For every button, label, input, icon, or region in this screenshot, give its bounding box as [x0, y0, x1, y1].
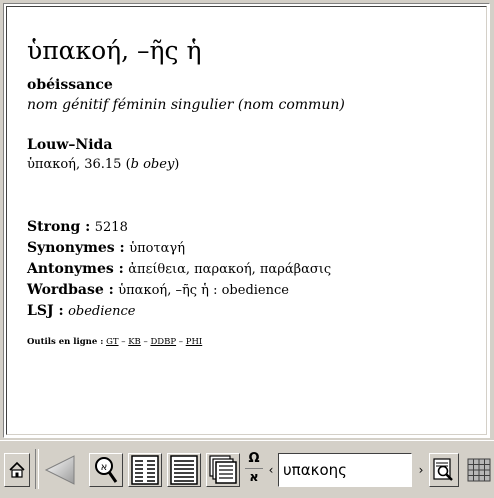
entry-pane-inner: ὑπακοή, –ῆς ἡ obéissance nom génitif fém…	[6, 6, 487, 435]
back-icon	[44, 455, 75, 485]
synonyms-label: Synonymes :	[27, 240, 125, 256]
home-icon	[9, 461, 25, 478]
search-input[interactable]	[278, 453, 412, 487]
online-tools-label: Outils en ligne :	[27, 337, 104, 347]
antonyms-label: Antonymes :	[27, 261, 124, 277]
two-column-view-button[interactable]	[128, 453, 162, 487]
louw-nida-line: ὑπακοή, 36.15 (b obey)	[27, 155, 478, 175]
two-column-icon	[131, 455, 159, 485]
lsj-line: LSJ : obedience	[27, 301, 478, 322]
search-button[interactable]	[429, 453, 459, 487]
home-button[interactable]	[4, 453, 30, 487]
bottom-toolbar: א Ω א ‹ υπακοης ›	[0, 440, 494, 498]
louw-nida-label: Louw–Nida	[27, 137, 113, 153]
louw-nida-gloss: b obey	[130, 157, 175, 172]
synonyms-value: ὑποταγή	[129, 241, 185, 256]
grammar-info: nom génitif féminin singulier (nom commu…	[27, 97, 345, 113]
zoom-button[interactable]: א	[89, 453, 123, 487]
toolbar-separator	[35, 449, 39, 489]
headword: ὑπακοή, –ῆς ἡ	[27, 36, 202, 65]
wordbase-label: Wordbase :	[27, 282, 114, 298]
lines-view-button[interactable]	[167, 453, 201, 487]
character-set-toggle[interactable]: Ω א	[245, 451, 263, 489]
tool-link-kb[interactable]: KB	[128, 337, 141, 347]
strong-line: Strong : 5218	[27, 217, 478, 238]
tool-link-gt[interactable]: GT	[106, 337, 118, 347]
search-prev-button[interactable]: ‹	[265, 453, 277, 487]
aleph-label: א	[249, 470, 259, 485]
zoom-icon: א	[95, 457, 118, 483]
online-tools: Outils en ligne : GT – KB – DDBP – PHI	[27, 336, 478, 348]
translation: obéissance	[27, 77, 113, 93]
louw-nida-word: ὑπακοή, 36.15 (	[27, 157, 131, 172]
windows-view-button[interactable]	[206, 453, 240, 487]
tool-link-ddbp[interactable]: DDBP	[150, 337, 176, 347]
svg-text:א: א	[101, 462, 108, 473]
windows-icon	[209, 455, 237, 484]
back-button[interactable]	[40, 453, 80, 487]
louw-nida-close: )	[174, 157, 180, 172]
lines-icon	[170, 455, 198, 485]
antonyms-value: ἀπείθεια, παρακοή, παράβασις	[128, 262, 332, 277]
synonyms-line: Synonymes : ὑποταγή	[27, 238, 478, 259]
entry-content: ὑπακοή, –ῆς ἡ obéissance nom génitif fém…	[27, 33, 478, 348]
entry-pane: ὑπακοή, –ῆς ἡ obéissance nom génitif fém…	[3, 3, 490, 438]
tool-separator: –	[143, 337, 148, 347]
search-text-icon	[433, 458, 453, 481]
wordbase-line: Wordbase : ὑπακοή, –ῆς ἡ : obedience	[27, 280, 478, 301]
tool-separator: –	[178, 337, 184, 347]
wordbase-value: ὑπακοή, –ῆς ἡ : obedience	[118, 283, 289, 298]
lsj-value: obedience	[68, 304, 136, 319]
strong-value: 5218	[94, 220, 128, 235]
search-next-button[interactable]: ›	[415, 453, 427, 487]
grid-icon	[467, 458, 491, 482]
tool-link-phi[interactable]: PHI	[186, 337, 203, 347]
grid-button[interactable]	[465, 453, 493, 487]
antonyms-line: Antonymes : ἀπείθεια, παρακοή, παράβασις	[27, 259, 478, 280]
tool-separator: –	[121, 337, 126, 347]
omega-label: Ω	[248, 451, 260, 466]
lsj-label: LSJ :	[27, 303, 64, 319]
strong-label: Strong :	[27, 219, 91, 235]
